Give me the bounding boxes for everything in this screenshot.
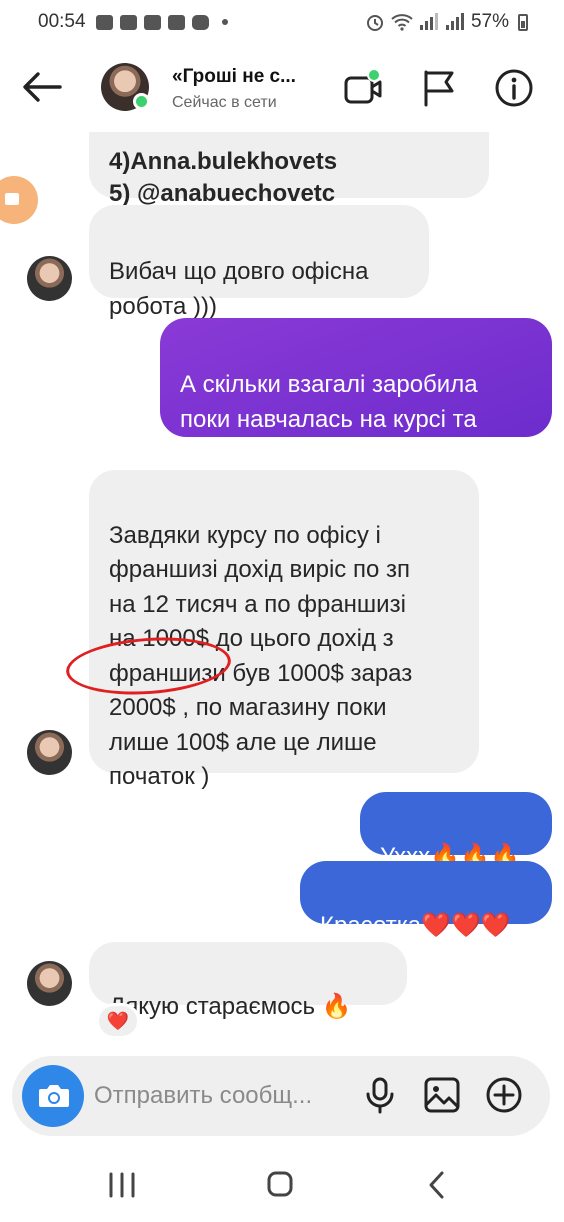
message-input[interactable] [94, 1076, 359, 1116]
gallery-icon[interactable] [422, 1075, 462, 1115]
message-text: Красотка [320, 912, 422, 939]
wifi-icon [391, 14, 413, 31]
chat-status: Сейчас в сети [172, 94, 277, 111]
status-bar: 00:54 57% [0, 0, 564, 44]
notification-youtube-icon [119, 14, 137, 30]
message-text: 4)Anna.bulekhovets 5) @anabuechovetc [109, 148, 338, 207]
contact-avatar-small[interactable] [27, 730, 72, 775]
notification-app-icon [167, 14, 185, 30]
heart-reaction-emoji: ❤️ [106, 1010, 130, 1031]
notification-instagram-icon [191, 14, 209, 30]
home-icon[interactable] [260, 1168, 300, 1202]
notification-youtube-icon [95, 14, 113, 30]
message-incoming[interactable]: Дякую стараємось 🔥 [89, 942, 407, 1020]
message-list: 4)Anna.bulekhovets 5) @anabuechovetc Виб… [0, 132, 564, 1052]
message-reaction-heart[interactable]: ❤️ [96, 1003, 140, 1039]
message-outgoing[interactable]: Ухxx🔥🔥🔥 [360, 792, 552, 870]
alarm-icon [366, 15, 383, 31]
heart-emoji: ❤️❤️❤️ [421, 912, 511, 939]
message-text: Вибач що довго офісна робота ))) [109, 258, 369, 320]
video-call-icon[interactable] [343, 68, 383, 108]
signal-icon [445, 13, 464, 30]
message-incoming[interactable]: 4)Anna.bulekhovets 5) @anabuechovetc [89, 132, 489, 207]
message-composer [12, 1056, 550, 1136]
signal-icon [419, 13, 438, 30]
recent-apps-icon[interactable] [102, 1168, 142, 1202]
contact-avatar-small[interactable] [27, 256, 72, 301]
contact-avatar-small[interactable] [27, 961, 72, 1006]
status-time: 00:54 [38, 11, 86, 32]
message-outgoing[interactable]: А скільки взагалі заробила поки навчалас… [160, 318, 552, 468]
back-nav-icon[interactable] [418, 1168, 458, 1202]
camera-icon [39, 1085, 69, 1107]
add-icon[interactable] [484, 1075, 524, 1115]
chat-header: «Гроші не с... Сейчас в сети [0, 44, 564, 132]
notification-app-icon [143, 14, 161, 30]
back-arrow-icon[interactable] [22, 70, 62, 104]
message-text: Дякую стараємось [109, 993, 316, 1020]
status-right: 57% [365, 11, 528, 33]
chat-title[interactable]: «Гроші не с... [172, 66, 296, 88]
fire-emoji: 🔥 [321, 993, 352, 1020]
more-notifications-icon [221, 19, 228, 25]
info-icon[interactable] [494, 68, 534, 108]
message-text: А скільки взагалі заробила поки навчалас… [180, 371, 478, 468]
battery-percent: 57% [470, 11, 509, 32]
microphone-icon[interactable] [360, 1075, 400, 1115]
flag-icon[interactable] [419, 68, 459, 108]
message-incoming[interactable]: Завдяки курсу по офісу і франшизі дохід … [89, 470, 479, 790]
message-outgoing[interactable]: Красотка❤️❤️❤️ [300, 861, 552, 939]
battery-icon [518, 13, 528, 31]
online-status-dot [133, 93, 150, 110]
camera-button[interactable] [22, 1065, 84, 1127]
system-navigation-bar [0, 1142, 564, 1222]
message-incoming[interactable]: Вибач що довго офісна робота ))) [89, 205, 429, 320]
